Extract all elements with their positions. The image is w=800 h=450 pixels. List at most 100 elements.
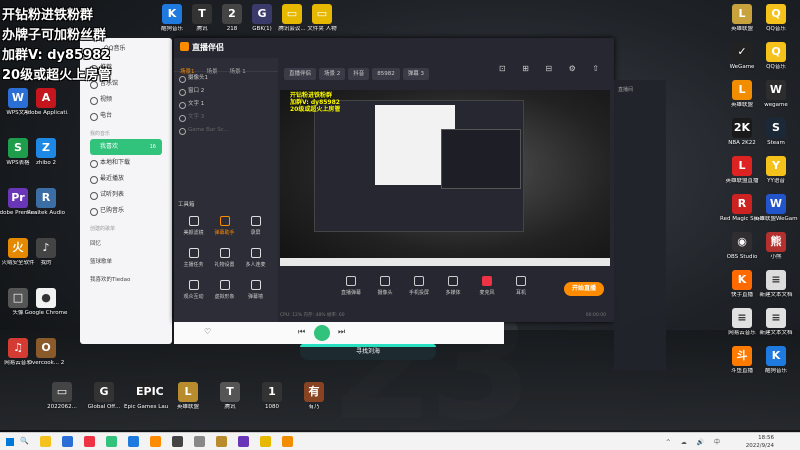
desktop-icon-label: Google Chrome [24, 310, 68, 316]
playlist-item-2[interactable]: 我喜欢的Tiedao [80, 270, 172, 288]
tool-4[interactable]: 礼物设置 [209, 246, 240, 278]
play-button[interactable] [314, 325, 330, 341]
tool-7[interactable]: 虚拟形象 [209, 278, 240, 310]
next-icon[interactable]: ⏭ [338, 327, 345, 337]
taskbar-app-icon-1[interactable] [62, 436, 73, 447]
control-5[interactable]: 耳机 [506, 270, 536, 296]
taskbar-app-icon-4[interactable] [128, 436, 139, 447]
taskbar-app-icon-0[interactable] [40, 436, 51, 447]
desktop-icon-bottom-1[interactable]: G Global Off... [82, 382, 126, 422]
playlist-item-0[interactable]: 回忆 [80, 234, 172, 252]
desktop-icon-right-11[interactable]: W 英雄联盟WeGame [754, 194, 798, 234]
like-icon[interactable]: ♡ [204, 327, 211, 336]
control-1[interactable]: 摄像头 [370, 270, 400, 296]
go-live-button[interactable]: 开始直播 [564, 282, 604, 296]
taskbar-app-icon-3[interactable] [106, 436, 117, 447]
app-icon: 2 [222, 4, 242, 24]
tool-8[interactable]: 弹幕墙 [240, 278, 271, 310]
music-mine-item-0[interactable]: 我喜欢 16 [90, 139, 162, 155]
desktop-icon-left-3[interactable]: Zzhibo 2 [24, 138, 68, 178]
music-nav-item-3[interactable]: 电台 [80, 108, 172, 124]
lyric-bar[interactable]: 寻找刘海 [300, 344, 436, 360]
taskbar-app-icon-2[interactable] [84, 436, 95, 447]
taskbar-app-icon-6[interactable] [172, 436, 183, 447]
top-toolbar: 直播伴侣 场景 2 抖音 85982 弹幕 3 [284, 60, 432, 80]
desktop-icon-label: YY语音 [767, 178, 785, 184]
nested-overlay-text: 开钻粉进铁粉群 加群V: dy85982 20级或超火上房管 [290, 92, 340, 113]
tool-5[interactable]: 多人连麦 [240, 246, 271, 278]
tool-1[interactable]: 弹幕助手 [209, 214, 240, 246]
desktop-icon-label: Realtek Audio [27, 210, 65, 216]
app-icon: ▭ [52, 382, 72, 402]
music-app-window[interactable]: QQ音乐 推荐 音乐馆 视频 电台 我的音乐 我喜欢 16 本地和下载 最近播放 试听列表 已购… [80, 38, 172, 344]
desktop-icon-right-9[interactable]: Y YY语音 [754, 156, 798, 196]
music-mine-item-4[interactable]: 已购音乐 [80, 203, 172, 219]
music-mine-item-2[interactable]: 最近播放 [80, 171, 172, 187]
tool-0[interactable]: 美颜滤镜 [178, 214, 209, 246]
desktop-icon-right-13[interactable]: 熊小熊 [754, 232, 798, 272]
search-icon[interactable]: 🔍 [20, 437, 29, 445]
desktop-icon-bottom-0[interactable]: ▭ 2022062... [40, 382, 84, 422]
source-item-0[interactable]: 摄像头1 [174, 72, 278, 85]
desktop-icon-label: wegame [764, 102, 788, 108]
control-0[interactable]: 直播弹幕 [336, 270, 366, 296]
tool-label: 礼物设置 [214, 262, 235, 268]
app-icon: R [36, 188, 56, 208]
source-item-1[interactable]: 窗口 2 [174, 85, 278, 98]
desktop-icon-right-17[interactable]: ≡ 新建文本文档 [754, 308, 798, 348]
desktop-icon-right-19[interactable]: K 酷狗音乐 [754, 346, 798, 386]
music-nav-item-2[interactable]: 视频 [80, 92, 172, 108]
app-icon: 熊 [766, 232, 786, 252]
control-3[interactable]: 多媒体 [438, 270, 468, 296]
playlist-item-1[interactable]: 篮球歌单 [80, 252, 172, 270]
source-item-2[interactable]: 文字 1 [174, 98, 278, 111]
stream-preview[interactable]: 开钻粉进铁粉群 加群V: dy85982 20级或超火上房管 [280, 90, 610, 266]
control-2[interactable]: 手机投屏 [404, 270, 434, 296]
livestream-app-window[interactable]: 直播伴侣 场景1 场景 场景 1 摄像头1 窗口 2 文字 1 文字 3 Game Bar … [174, 38, 614, 322]
desktop-icon-right-1[interactable]: Q QQ音乐 [754, 4, 798, 44]
desktop-icon-left-1[interactable]: A Adobe Applicati... [24, 88, 68, 128]
top-window-icons[interactable]: ⊡ ⊞ ⊟ ⚙ ⇧ [499, 64, 606, 73]
desktop-icon-bottom-3[interactable]: L 英雄联盟 [166, 382, 210, 422]
desktop-icon-left-9[interactable]: ● Google Chrome [24, 288, 68, 328]
tool-label: 观众互动 [183, 294, 204, 300]
desktop-icon-left-5[interactable]: R Realtek Audio [24, 188, 68, 228]
desktop-icon-right-5[interactable]: Wwegame [754, 80, 798, 120]
toolbar-item-3[interactable]: 85982 [372, 68, 400, 80]
tool-3[interactable]: 主播任务 [178, 246, 209, 278]
desktop-icon-bottom-4[interactable]: T 腾讯 [208, 382, 252, 422]
taskbar-app-icon-5[interactable] [150, 436, 161, 447]
tool-label: 虚拟形象 [214, 294, 235, 300]
taskbar-app-icon-9[interactable] [238, 436, 249, 447]
desktop-icon-right-15[interactable]: ≡ 新建文本文档 [754, 270, 798, 310]
toolbar-item-2[interactable]: 抖音 [348, 68, 370, 80]
desktop-icon-bottom-5[interactable]: 1 1080 [250, 382, 294, 422]
app-icon: K [732, 270, 752, 290]
control-4[interactable]: 麦克风 [472, 270, 502, 296]
toolbar-item-4[interactable]: 弹幕 3 [402, 68, 430, 80]
toolbar-item-0[interactable]: 直播伴侣 [284, 68, 317, 80]
taskbar-app-icon-11[interactable] [282, 436, 293, 447]
windows-start-icon[interactable] [6, 438, 14, 446]
desktop-icon-bottom-6[interactable]: 有有乃 [292, 382, 336, 422]
clock[interactable]: 18:56 2022/9/24 [746, 434, 774, 450]
toolbar-item-1[interactable]: 场景 2 [319, 68, 346, 80]
desktop-icon-left-11[interactable]: O Overcook... 2 [24, 338, 68, 378]
music-mine-item-3[interactable]: 试听列表 [80, 187, 172, 203]
desktop-icon-right-7[interactable]: S Steam [754, 118, 798, 158]
taskbar-app-icon-7[interactable] [194, 436, 205, 447]
desktop-icon-right-3[interactable]: Q QQ音乐 [754, 42, 798, 82]
prev-icon[interactable]: ⏮ [298, 327, 305, 337]
tool-2[interactable]: 录屏 [240, 214, 271, 246]
desktop-icon-label: 小熊 [770, 254, 782, 260]
tool-6[interactable]: 观众互动 [178, 278, 209, 310]
taskbar-app-icon-8[interactable] [216, 436, 227, 447]
source-item-4[interactable]: Game Bar Sc... [174, 124, 278, 137]
desktop-icon-left-7[interactable]: ♪ 我的 [24, 238, 68, 278]
desktop-icon-bottom-2[interactable]: EPIC Epic Games Launcher [124, 382, 168, 422]
system-tray[interactable]: ^ ☁ 🔊 中 [666, 437, 724, 446]
source-item-3[interactable]: 文字 3 [174, 111, 278, 124]
music-mine-item-1[interactable]: 本地和下载 [80, 155, 172, 171]
desktop-icon-label: QQ音乐 [766, 26, 786, 32]
taskbar-app-icon-10[interactable] [260, 436, 271, 447]
